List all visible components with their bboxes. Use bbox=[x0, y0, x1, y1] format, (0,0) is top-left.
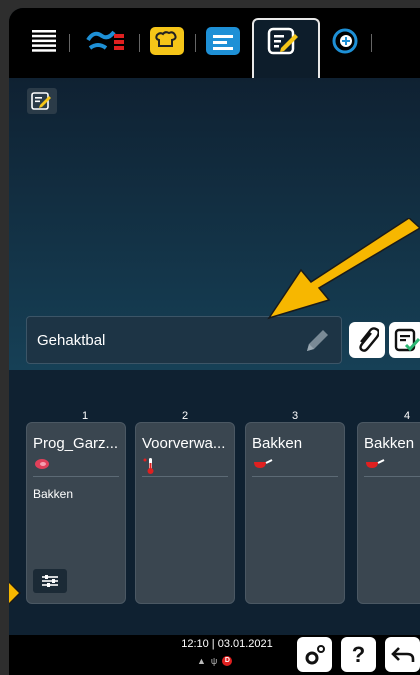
step-number: 2 bbox=[181, 410, 189, 422]
back-button[interactable] bbox=[385, 637, 420, 672]
menu-icon[interactable] bbox=[29, 20, 59, 62]
status-icons: ▲ ψ D bbox=[197, 656, 233, 666]
settings-button[interactable] bbox=[297, 637, 332, 672]
program-steps-area: 1 2 3 4 Prog_Garz... Bakken Voorverwa... bbox=[9, 370, 420, 635]
chef-hat-icon[interactable] bbox=[147, 20, 187, 62]
card-divider bbox=[252, 476, 338, 477]
oven-screen: Gehaktbal 1 2 3 4 Prog_Garz... Bakken Vo… bbox=[9, 8, 420, 675]
tab-separator bbox=[139, 34, 140, 52]
step-number: 3 bbox=[291, 410, 299, 422]
gears-icon bbox=[305, 644, 325, 664]
pan-icon bbox=[253, 457, 273, 475]
question-icon: ? bbox=[351, 641, 366, 667]
help-button[interactable]: ? bbox=[341, 637, 376, 672]
program-edit-icon bbox=[31, 92, 51, 110]
program-list-icon[interactable] bbox=[203, 20, 243, 62]
step-settings-button[interactable] bbox=[33, 569, 67, 593]
step-number: 1 bbox=[81, 410, 89, 422]
program-edit-icon bbox=[267, 27, 298, 55]
device-frame: Gehaktbal 1 2 3 4 Prog_Garz... Bakken Vo… bbox=[0, 0, 420, 675]
step-number: 4 bbox=[403, 410, 411, 422]
cleaning-icon[interactable] bbox=[325, 20, 365, 62]
back-arrow-icon bbox=[390, 646, 414, 662]
tab-separator bbox=[195, 34, 196, 52]
step-title: Bakken bbox=[364, 435, 415, 452]
meat-icon bbox=[34, 457, 50, 475]
card-divider bbox=[364, 476, 420, 477]
sliders-icon bbox=[42, 575, 58, 587]
step-title: Prog_Garz... bbox=[33, 435, 119, 452]
step-title: Voorverwa... bbox=[142, 435, 226, 452]
time: 12:10 bbox=[181, 638, 209, 650]
intelligent-cooking-icon[interactable] bbox=[83, 20, 131, 62]
date: 03.01.2021 bbox=[217, 638, 273, 650]
tab-program-edit[interactable] bbox=[259, 20, 309, 62]
program-header-area: Gehaktbal bbox=[9, 78, 420, 370]
step-card[interactable]: Bakken bbox=[357, 422, 420, 604]
annotation-arrow bbox=[267, 218, 420, 320]
network-icon: ▲ bbox=[197, 656, 206, 666]
top-tab-bar bbox=[9, 8, 420, 78]
edit-program-button[interactable] bbox=[27, 88, 57, 114]
pan-icon bbox=[365, 457, 385, 475]
usb-icon: ψ bbox=[210, 656, 218, 666]
step-card[interactable]: Bakken bbox=[245, 422, 345, 604]
step-card[interactable]: Prog_Garz... Bakken bbox=[26, 422, 126, 604]
dashboard-icon: D bbox=[222, 656, 233, 666]
clock: 12:10 | 03.01.2021 bbox=[181, 638, 273, 650]
step-subtitle: Bakken bbox=[33, 487, 74, 501]
card-divider bbox=[142, 476, 228, 477]
tab-separator bbox=[371, 34, 372, 52]
bottom-status-bar: 12:10 | 03.01.2021 ▲ ψ D ? bbox=[9, 635, 420, 675]
step-card[interactable]: Voorverwa... bbox=[135, 422, 235, 604]
tab-separator bbox=[69, 34, 70, 52]
card-divider bbox=[33, 476, 119, 477]
annotation-arrow bbox=[9, 580, 22, 606]
program-name: Gehaktbal bbox=[37, 331, 106, 349]
step-title: Bakken bbox=[252, 435, 303, 452]
